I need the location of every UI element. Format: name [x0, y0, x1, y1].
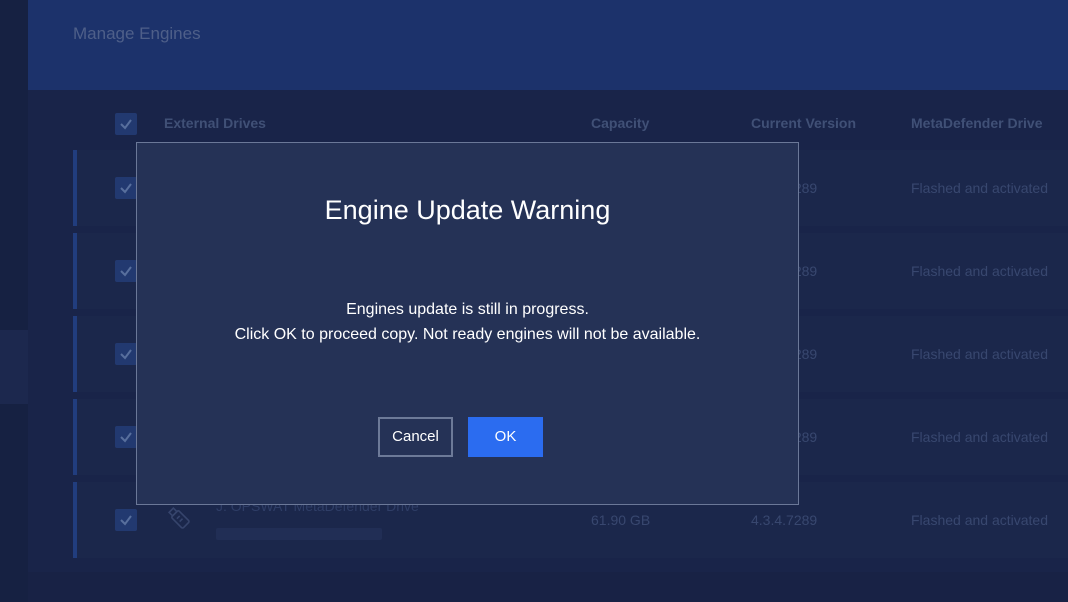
cancel-button[interactable]: Cancel	[378, 417, 453, 457]
dialog-message-line-1: Engines update is still in progress.	[346, 301, 589, 318]
dialog-title: Engine Update Warning	[324, 195, 611, 225]
engine-update-warning-dialog: Engine Update Warning Engines update is …	[136, 142, 799, 505]
dialog-message-line-2: Click OK to proceed copy. Not ready engi…	[234, 326, 701, 343]
app-window: Manage Engines External Drives Capacity …	[0, 0, 1068, 602]
ok-button[interactable]: OK	[468, 417, 543, 457]
